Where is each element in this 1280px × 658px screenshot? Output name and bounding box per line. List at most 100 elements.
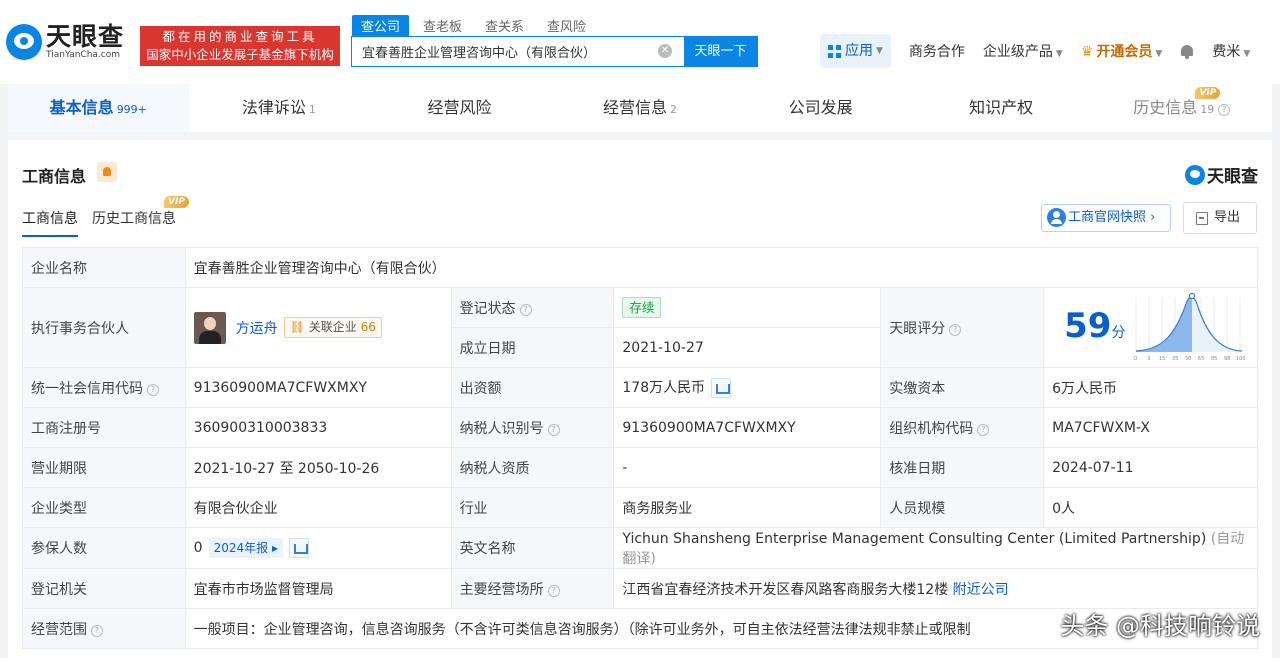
help-icon[interactable]: ? xyxy=(547,423,560,436)
help-icon[interactable]: ? xyxy=(547,584,560,597)
annual-report-label: 2024年报 xyxy=(213,541,269,555)
chevron-down-icon: ▼ xyxy=(876,46,883,56)
tax-quality-value: - xyxy=(613,447,882,488)
est-date-label: 成立日期 xyxy=(450,327,615,368)
partner-name-link[interactable]: 方运舟 xyxy=(236,318,278,338)
table-row: 企业类型 有限合伙企业 行业 商务服务业 人员规模 0人 xyxy=(22,487,1258,528)
tab-label: 历史信息 xyxy=(1133,98,1198,117)
promo-banner: 都在用的商业查询工具 国家中小企业发展子基金旗下机构 xyxy=(140,26,340,66)
partner-label: 执行事务合伙人 xyxy=(22,287,186,368)
search-tab-company[interactable]: 查公司 xyxy=(352,15,410,36)
credit-code-label: 统一社会信用代码? xyxy=(22,367,186,408)
type-value: 有限合伙企业 xyxy=(184,487,452,528)
search-tab-boss[interactable]: 查老板 xyxy=(414,15,471,36)
top-header: 天眼查 TianYanCha.com 都在用的商业查询工具 国家中小企业发展子基… xyxy=(0,0,1280,84)
table-row: 参保人数 0 2024年报 ▸ 英文名称 Yichun Shansheng Ent… xyxy=(22,527,1258,569)
term-value: 2021-10-27 至 2050-10-26 xyxy=(184,447,452,488)
export-button[interactable]: 导出 xyxy=(1183,202,1257,234)
eye-logo-icon xyxy=(1185,164,1205,185)
tab-label: 经营风险 xyxy=(427,98,492,117)
status-label-text: 登记状态 xyxy=(459,300,516,317)
clear-icon[interactable]: ✕ xyxy=(658,44,672,58)
capital-value: 178万人民币 xyxy=(613,367,882,408)
notification-bell-icon[interactable] xyxy=(1180,44,1194,59)
related-companies-tag[interactable]: ⛓ 关联企业 66 xyxy=(283,317,382,338)
search-tab-risk[interactable]: 查风险 xyxy=(538,15,595,36)
main-tabs: 基本信息 999+ 法律诉讼 1 经营风险 经营信息 2 公司发展 知识产权 历史信息… xyxy=(8,84,1272,132)
user-menu[interactable]: 费米 ▼ xyxy=(1212,41,1250,61)
tab-legal[interactable]: 法律诉讼 1 xyxy=(189,84,370,132)
search-tabs: 查公司 查老板 查关系 查风险 xyxy=(352,15,600,36)
tax-id-label-text: 纳税人识别号 xyxy=(459,420,544,437)
help-icon[interactable]: ? xyxy=(977,423,990,436)
nav-enterprise-products[interactable]: 企业级产品 ▼ xyxy=(983,41,1063,61)
nearby-companies-link[interactable]: 附近公司 xyxy=(953,582,1009,598)
status-value: 存续 xyxy=(613,287,882,328)
table-row: 工商注册号 360900310003833 纳税人识别号? 91360900MA… xyxy=(22,407,1258,448)
authority-label: 登记机关 xyxy=(22,568,186,609)
tianyancha-logo[interactable]: 天眼查 TianYanCha.com xyxy=(6,24,124,60)
tab-count: 2 xyxy=(670,103,678,116)
org-code-value: MA7CFWXM-X xyxy=(1043,407,1258,448)
industry-value: 商务服务业 xyxy=(613,487,882,528)
insured-number: 0 xyxy=(193,540,203,556)
top-nav: 应用 ▼ 商务合作 企业级产品 ▼ ♛ 开通会员 ▼ 费米 ▼ xyxy=(820,34,1250,68)
tab-risk[interactable]: 经营风险 xyxy=(369,84,550,132)
score-value: 59分 xyxy=(1064,306,1125,346)
tab-label: 知识产权 xyxy=(969,98,1034,117)
app-menu-button[interactable]: 应用 ▼ xyxy=(820,34,891,68)
promo-line2: 国家中小企业发展子基金旗下机构 xyxy=(146,47,334,62)
avatar[interactable] xyxy=(193,311,226,344)
export-label: 导出 xyxy=(1214,210,1241,225)
user-circle-icon xyxy=(1047,208,1066,227)
partner-value: 方运舟 ⛓ 关联企业 66 xyxy=(184,287,452,368)
search-button[interactable]: 天眼一下 xyxy=(684,37,757,66)
help-icon[interactable]: ? xyxy=(519,303,532,316)
subtab-history-business-info[interactable]: 历史工商信息 VIP xyxy=(92,196,189,237)
paid-capital-value: 6万人民币 xyxy=(1043,367,1258,408)
search-input[interactable] xyxy=(352,37,684,66)
search-box: ✕ 天眼一下 xyxy=(351,36,758,67)
help-icon[interactable]: ? xyxy=(147,383,159,396)
chevron-down-icon: ▼ xyxy=(1155,49,1163,59)
help-icon[interactable]: ? xyxy=(1218,104,1231,116)
related-label: 关联企业 xyxy=(308,320,357,334)
capital-label: 出资额 xyxy=(450,367,615,408)
annual-report-tag[interactable]: 2024年报 ▸ xyxy=(208,538,283,558)
insured-value: 0 2024年报 ▸ xyxy=(184,527,452,569)
score-tick: 0 xyxy=(1134,356,1137,362)
nav-open-vip[interactable]: ♛ 开通会员 ▼ xyxy=(1081,41,1162,61)
term-label: 营业期限 xyxy=(22,447,186,488)
help-icon[interactable]: ? xyxy=(949,323,962,336)
tab-ip[interactable]: 知识产权 xyxy=(911,84,1092,132)
subtab-business-info[interactable]: 工商信息 xyxy=(22,208,78,237)
site-btn-label: 工商官网快照 xyxy=(1068,210,1147,225)
nav-business-cooperation[interactable]: 商务合作 xyxy=(909,41,965,61)
address-text: 江西省宜春经济技术开发区春风路客商服务大楼12楼 xyxy=(622,581,949,598)
company-name-value: 宜春善胜企业管理咨询中心（有限合伙） xyxy=(184,247,1259,288)
en-name-value: Yichun Shansheng Enterprise Management C… xyxy=(613,527,1258,569)
chart-icon[interactable] xyxy=(288,538,309,558)
tab-business-info[interactable]: 经营信息 2 xyxy=(550,84,731,132)
tab-history[interactable]: 历史信息 19? VIP xyxy=(1091,84,1272,132)
eye-logo-icon xyxy=(6,24,42,60)
tab-development[interactable]: 公司发展 xyxy=(730,84,911,132)
table-row: 登记机关 宜春市市场监督管理局 主要经营场所? 江西省宜春经济技术开发区春风路客… xyxy=(22,568,1258,609)
reg-no-label: 工商注册号 xyxy=(22,407,186,448)
score-distribution-chart: 0 3 15 35 50 65 85 98 100 xyxy=(1134,292,1246,362)
tab-basic-info[interactable]: 基本信息 999+ xyxy=(8,84,189,132)
status-badge: 存续 xyxy=(622,297,662,318)
score-tick: 85 xyxy=(1211,356,1217,362)
help-icon[interactable]: ? xyxy=(91,624,103,637)
official-site-snapshot-button[interactable]: 工商官网快照 › xyxy=(1041,204,1171,232)
score-label-text: 天眼评分 xyxy=(889,320,946,337)
score-tick: 35 xyxy=(1172,356,1178,362)
search-tab-relation[interactable]: 查关系 xyxy=(476,15,533,36)
table-row: 统一社会信用代码? 91360900MA7CFWXMXY 出资额 178万人民币… xyxy=(22,367,1258,408)
score-cell[interactable]: 59分 0 3 15 35 50 65 85 98 100 xyxy=(1043,287,1258,368)
table-row: 执行事务合伙人 方运舟 ⛓ 关联企业 66 登记状态? 存续 天眼评分? 59分 xyxy=(22,287,1258,368)
grid-icon xyxy=(828,44,841,58)
monitor-bell-icon[interactable] xyxy=(97,162,117,182)
credit-code-value: 91360900MA7CFWXMXY xyxy=(184,367,452,408)
chart-icon[interactable] xyxy=(711,378,732,398)
